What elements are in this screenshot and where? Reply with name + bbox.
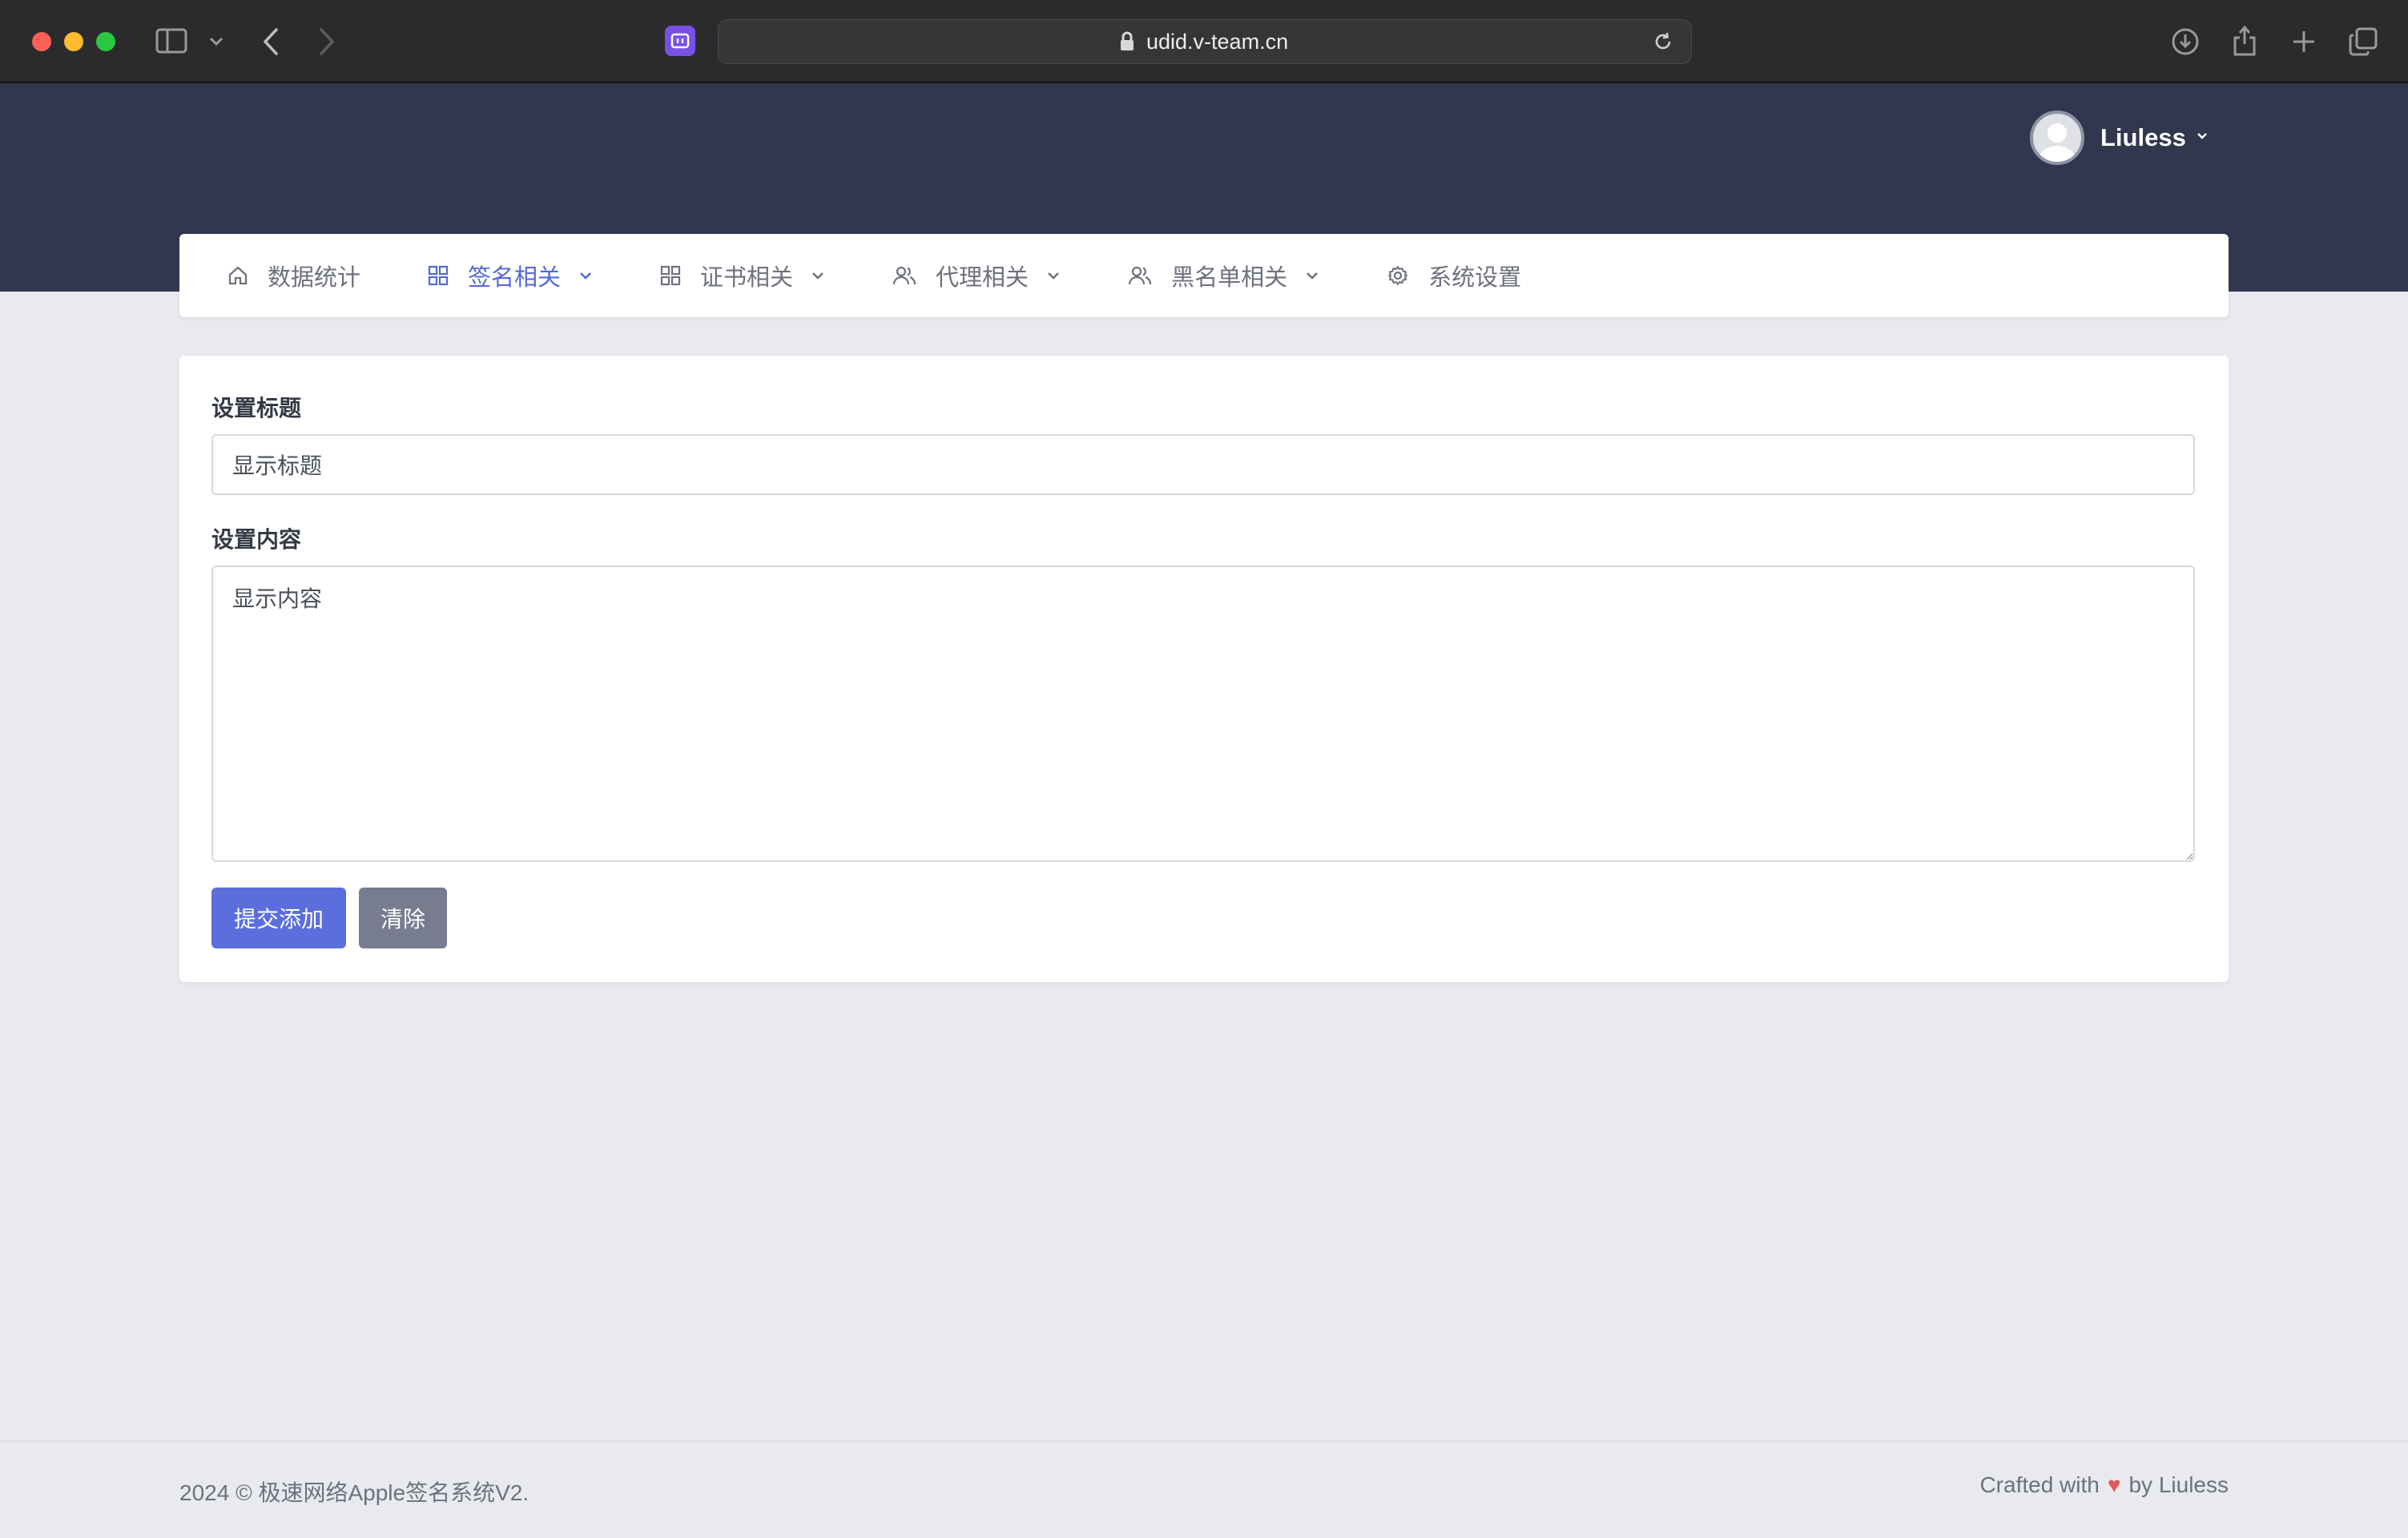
nav-item-agents[interactable]: 代理相关 (892, 234, 1061, 317)
main-nav: 数据统计 签名相关 证书相关 代理相关 黑名单相关 系统设置 (179, 234, 2229, 317)
page-footer: 2024 © 极速网络Apple签名系统V2. Crafted with ♥ b… (0, 1440, 2408, 1538)
nav-item-label: 代理相关 (936, 265, 1029, 291)
avatar[interactable] (2030, 111, 2084, 165)
copyright-text: 2024 © 极速网络Apple签名系统V2. (179, 1480, 530, 1505)
heart-icon: ♥ (2107, 1472, 2121, 1497)
crafted-prefix: Crafted with (1979, 1472, 2100, 1497)
address-bar[interactable]: udid.v-team.cn (718, 19, 1692, 64)
download-icon[interactable] (2169, 26, 2201, 58)
nav-item-settings[interactable]: 系统设置 (1387, 234, 1521, 317)
user-menu[interactable]: Liuless (2030, 109, 2209, 167)
credits: Crafted with ♥ by Liuless (1979, 1472, 2229, 1498)
title-input[interactable] (211, 434, 2195, 495)
chevron-down-icon[interactable] (2196, 131, 2209, 145)
nav-item-label: 数据统计 (268, 265, 361, 291)
content-field-label: 设置内容 (211, 527, 302, 552)
grid-icon (428, 265, 449, 286)
chevron-down-icon (811, 271, 825, 280)
title-field-label: 设置标题 (211, 396, 302, 421)
new-tab-icon[interactable] (2288, 26, 2320, 58)
tab-overview-icon[interactable] (2347, 26, 2379, 58)
nav-item-blacklist[interactable]: 黑名单相关 (1128, 234, 1319, 317)
user-name[interactable]: Liuless (2100, 123, 2186, 152)
users-icon (1128, 265, 1152, 286)
gear-icon (1387, 264, 1409, 287)
browser-toolbar: udid.v-team.cn (0, 0, 2408, 83)
settings-form-card: 设置标题 设置内容 显示内容 提交添加 清除 (179, 356, 2229, 982)
clear-button[interactable]: 清除 (359, 888, 447, 948)
grid-icon (660, 265, 681, 286)
chevron-down-icon (578, 271, 593, 280)
lock-icon (1119, 31, 1135, 56)
chevron-down-icon[interactable] (207, 32, 226, 51)
nav-item-label: 证书相关 (700, 265, 794, 291)
crafted-suffix: by Liuless (2128, 1472, 2229, 1497)
url-text: udid.v-team.cn (1146, 30, 1289, 54)
forward-arrow-icon[interactable] (314, 26, 340, 58)
extension-icon[interactable] (665, 26, 695, 56)
minimize-window-button[interactable] (64, 32, 83, 51)
nav-item-signing[interactable]: 签名相关 (428, 234, 593, 317)
chevron-down-icon (1046, 271, 1061, 280)
zoom-window-button[interactable] (96, 32, 115, 51)
back-arrow-icon[interactable] (258, 26, 284, 58)
nav-item-label: 签名相关 (468, 265, 562, 291)
nav-item-statistics[interactable]: 数据统计 (228, 234, 360, 317)
submit-button[interactable]: 提交添加 (211, 888, 346, 948)
nav-item-label: 黑名单相关 (1171, 265, 1288, 291)
nav-item-certificates[interactable]: 证书相关 (660, 234, 825, 317)
reload-icon[interactable] (1653, 31, 1673, 56)
close-window-button[interactable] (32, 32, 51, 51)
share-icon[interactable] (2229, 22, 2261, 58)
users-icon (892, 265, 916, 286)
chevron-down-icon (1305, 271, 1319, 280)
home-icon (228, 265, 248, 286)
sidebar-toggle-icon[interactable] (155, 27, 187, 54)
nav-item-label: 系统设置 (1428, 265, 1522, 291)
content-textarea[interactable]: 显示内容 (211, 566, 2195, 862)
